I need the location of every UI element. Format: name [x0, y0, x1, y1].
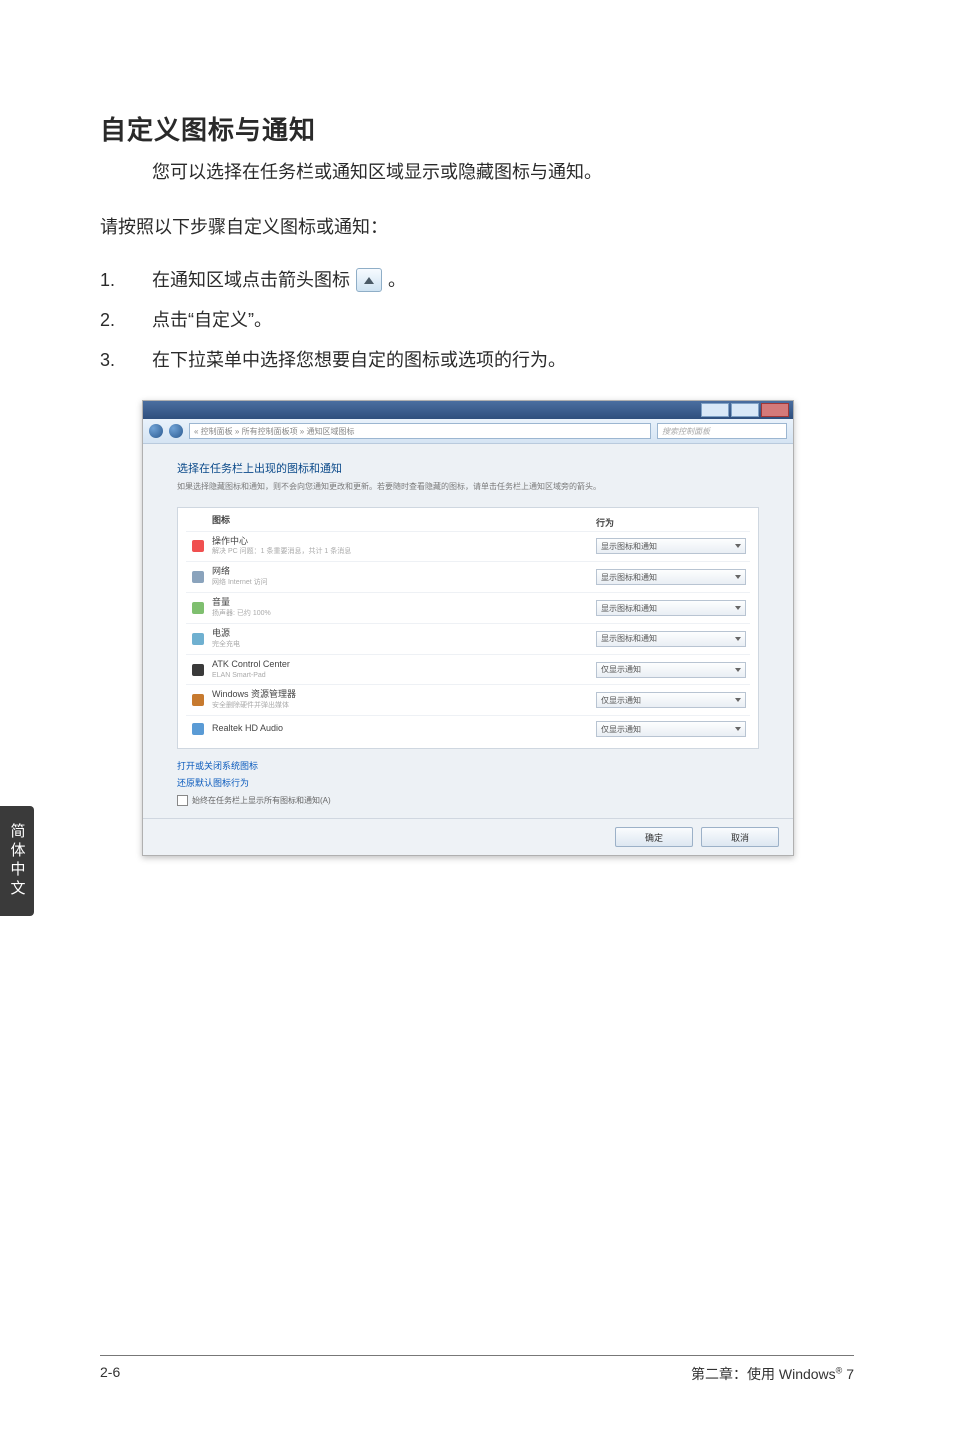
always-show-label: 始终在任务栏上显示所有图标和通知(A) — [192, 795, 331, 806]
window-toolbar: « 控制面板 » 所有控制面板项 » 通知区域图标 搜索控制面板 — [143, 419, 793, 444]
chapter-label: 第二章：使用 Windows® 7 — [691, 1364, 854, 1384]
table-row: 电源完全充电 显示图标和通知 — [186, 623, 750, 654]
intro-text: 您可以选择在任务栏或通知区域显示或隐藏图标与通知。 — [152, 157, 854, 188]
table-row: Windows 资源管理器安全删除硬件并弹出媒体 仅显示通知 — [186, 684, 750, 715]
table-row: 操作中心解决 PC 问题：1 条重要消息，共计 1 条消息 显示图标和通知 — [186, 531, 750, 562]
back-button[interactable] — [149, 424, 163, 438]
step-1-number: 1. — [100, 262, 152, 298]
notification-area-dialog: « 控制面板 » 所有控制面板项 » 通知区域图标 搜索控制面板 选择在任务栏上… — [142, 400, 794, 856]
table-row: 网络网络 Internet 访问 显示图标和通知 — [186, 561, 750, 592]
minimize-button[interactable] — [701, 403, 729, 417]
step-1-text-a: 在通知区域点击箭头图标 — [152, 262, 350, 298]
table-row: 音量扬声器: 已约 100% 显示图标和通知 — [186, 592, 750, 623]
page-number: 2-6 — [100, 1364, 120, 1384]
step-1-text-b: 。 — [388, 262, 406, 298]
language-tab: 简体中文 — [0, 806, 34, 916]
realtek-icon — [192, 723, 204, 735]
maximize-button[interactable] — [731, 403, 759, 417]
step-3-number: 3. — [100, 342, 152, 378]
behavior-select[interactable]: 仅显示通知 — [596, 692, 746, 708]
network-icon — [192, 571, 204, 583]
volume-icon — [192, 602, 204, 614]
icons-table: 图标 行为 操作中心解决 PC 问题：1 条重要消息，共计 1 条消息 显示图标… — [177, 507, 759, 750]
forward-button[interactable] — [169, 424, 183, 438]
behavior-select[interactable]: 仅显示通知 — [596, 721, 746, 737]
section-heading: 自定义图标与通知 — [100, 110, 854, 147]
behavior-select[interactable]: 显示图标和通知 — [596, 538, 746, 554]
col-header-icon: 图标 — [206, 516, 596, 529]
behavior-select[interactable]: 显示图标和通知 — [596, 631, 746, 647]
ok-button[interactable]: 确定 — [615, 827, 693, 847]
system-icons-link[interactable]: 打开或关闭系统图标 — [177, 759, 759, 772]
col-header-behavior: 行为 — [596, 516, 746, 529]
restore-defaults-link[interactable]: 还原默认图标行为 — [177, 776, 759, 789]
step-2-number: 2. — [100, 302, 152, 338]
step-3-text: 在下拉菜单中选择您想要自定的图标或选项的行为。 — [152, 342, 566, 378]
window-titlebar — [143, 401, 793, 419]
dialog-heading: 选择在任务栏上出现的图标和通知 — [177, 460, 759, 476]
step-2-text: 点击“自定义”。 — [152, 302, 272, 338]
search-input[interactable]: 搜索控制面板 — [657, 423, 787, 439]
always-show-checkbox[interactable] — [177, 795, 188, 806]
action-center-icon — [192, 540, 204, 552]
tray-arrow-icon — [356, 268, 382, 292]
follow-text: 请按照以下步骤自定义图标或通知： — [100, 212, 854, 243]
behavior-select[interactable]: 显示图标和通知 — [596, 600, 746, 616]
behavior-select[interactable]: 仅显示通知 — [596, 662, 746, 678]
atk-icon — [192, 664, 204, 676]
dialog-subtext: 如果选择隐藏图标和通知，则不会向您通知更改和更新。若要随时查看隐藏的图标，请单击… — [177, 482, 759, 492]
power-icon — [192, 633, 204, 645]
table-row: ATK Control CenterELAN Smart-Pad 仅显示通知 — [186, 654, 750, 685]
cancel-button[interactable]: 取消 — [701, 827, 779, 847]
table-row: Realtek HD Audio 仅显示通知 — [186, 715, 750, 742]
close-button[interactable] — [761, 403, 789, 417]
address-bar[interactable]: « 控制面板 » 所有控制面板项 » 通知区域图标 — [189, 423, 651, 439]
explorer-icon — [192, 694, 204, 706]
behavior-select[interactable]: 显示图标和通知 — [596, 569, 746, 585]
